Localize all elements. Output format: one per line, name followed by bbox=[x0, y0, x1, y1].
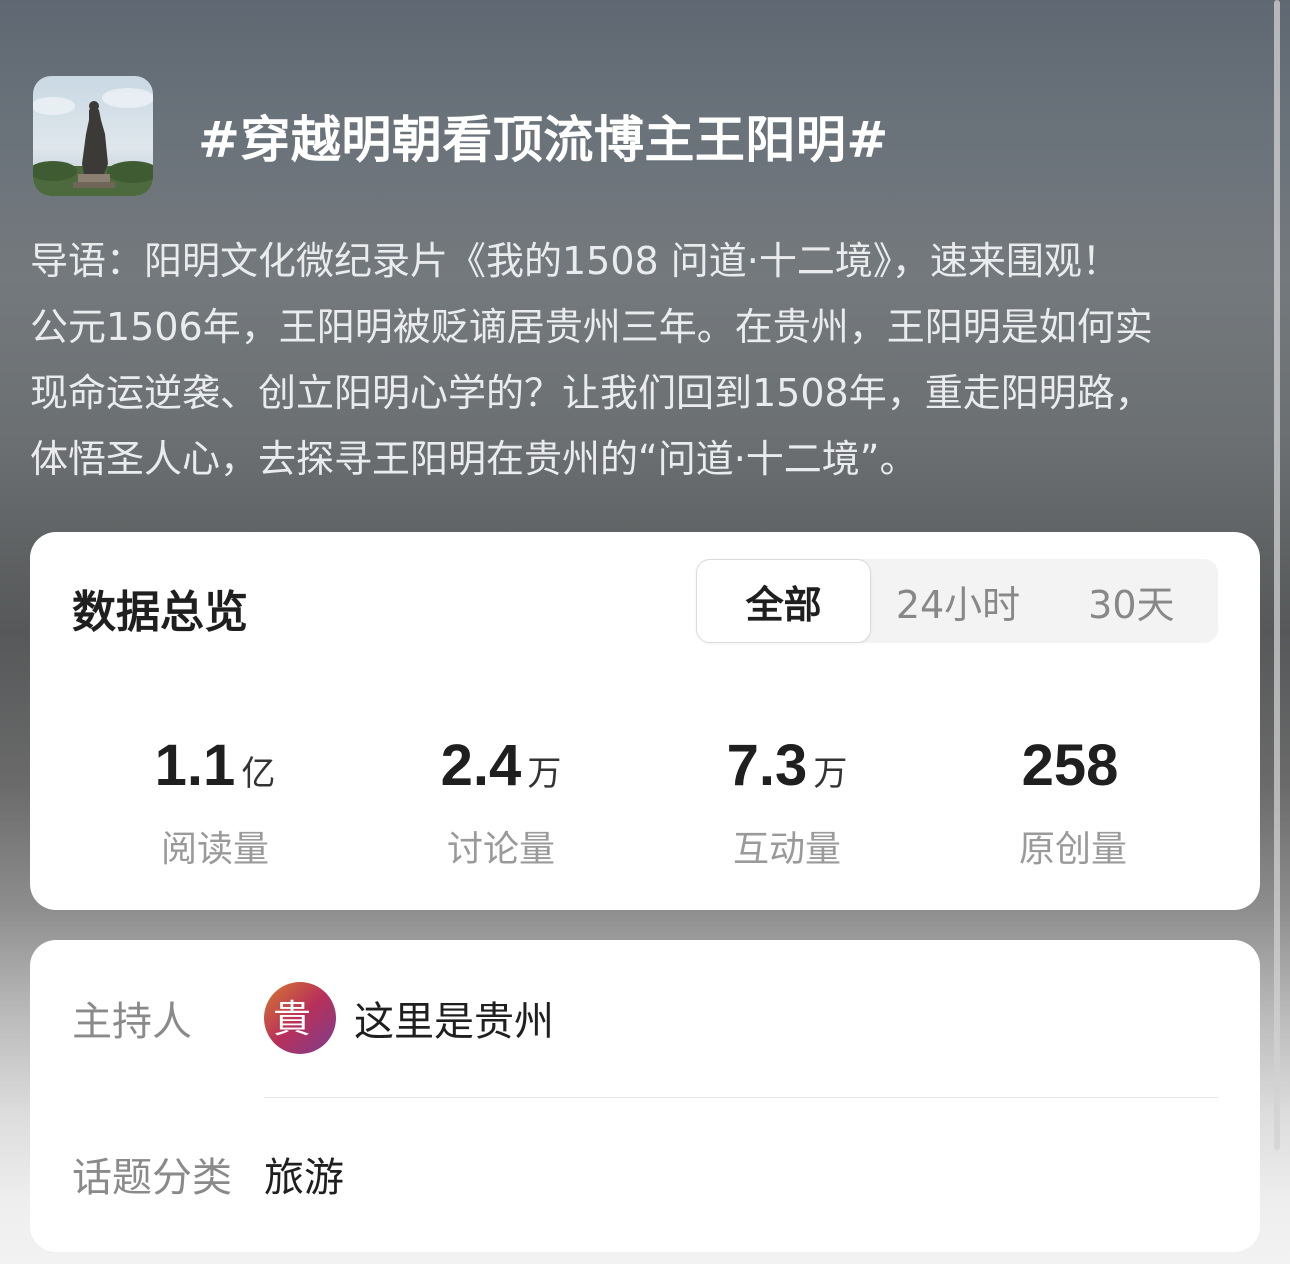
stat-reads: 1.1 亿 阅读量 bbox=[72, 732, 358, 872]
stat-label: 阅读量 bbox=[160, 829, 269, 870]
stat-unit: 万 bbox=[813, 754, 848, 794]
category-value[interactable]: 旅游 bbox=[264, 1145, 344, 1203]
tab-30-days[interactable]: 30天 bbox=[1045, 560, 1218, 642]
overview-title: 数据总览 bbox=[72, 587, 248, 638]
intro-line: 公元1506年，王阳明被贬谪居贵州三年。在贵州，王阳明是如何实 bbox=[30, 305, 1153, 349]
stat-label: 讨论量 bbox=[446, 829, 555, 870]
stat-originals: 258 原创量 bbox=[930, 732, 1216, 872]
topic-title: #穿越明朝看顶流博主王阳明# bbox=[198, 111, 889, 169]
topic-info-card: 主持人 貴 这里是贵州 话题分类 旅游 bbox=[30, 940, 1260, 1252]
topic-header: #穿越明朝看顶流博主王阳明# bbox=[33, 76, 889, 196]
divider bbox=[264, 1097, 1218, 1098]
scrollbar[interactable] bbox=[1274, 0, 1280, 1150]
avatar-glyph: 貴 bbox=[273, 997, 311, 1041]
tab-24-hours[interactable]: 24小时 bbox=[871, 560, 1044, 642]
host-avatar[interactable]: 貴 bbox=[264, 982, 336, 1054]
topic-cover-image bbox=[33, 76, 153, 196]
stat-value: 258 bbox=[1021, 733, 1119, 798]
host-label: 主持人 bbox=[72, 999, 192, 1045]
stat-value: 7.3 bbox=[726, 733, 808, 798]
stat-label: 原创量 bbox=[1018, 829, 1127, 870]
intro-line: 现命运逆袭、创立阳明心学的？让我们回到1508年，重走阳明路， bbox=[30, 371, 1153, 415]
intro-line: 导语：阳明文化微纪录片《我的1508 问道·十二境》，速来围观！ bbox=[30, 239, 1120, 283]
topic-intro: 导语：阳明文化微纪录片《我的1508 问道·十二境》，速来围观！ 公元1506年… bbox=[30, 228, 1265, 492]
category-row: 话题分类 旅游 bbox=[72, 1136, 344, 1212]
stat-value: 2.4 bbox=[440, 733, 522, 798]
host-row: 主持人 貴 这里是贵州 bbox=[72, 980, 554, 1056]
data-overview-card: 数据总览 全部 24小时 30天 1.1 亿 阅读量 2.4 万 讨论量 7.3… bbox=[30, 532, 1260, 910]
stat-unit: 亿 bbox=[241, 754, 276, 794]
stats-row: 1.1 亿 阅读量 2.4 万 讨论量 7.3 万 互动量 258 原创量 bbox=[30, 732, 1260, 872]
stat-interactions: 7.3 万 互动量 bbox=[644, 732, 930, 872]
stat-value: 1.1 bbox=[154, 733, 236, 798]
stat-unit: 万 bbox=[527, 754, 562, 794]
host-name-link[interactable]: 这里是贵州 bbox=[354, 989, 554, 1047]
stat-discussions: 2.4 万 讨论量 bbox=[358, 732, 644, 872]
category-label: 话题分类 bbox=[72, 1155, 232, 1201]
time-range-segmented-control: 全部 24小时 30天 bbox=[696, 559, 1218, 643]
stat-label: 互动量 bbox=[732, 829, 841, 870]
intro-line: 体悟圣人心，去探寻王阳明在贵州的“问道·十二境”。 bbox=[30, 437, 918, 481]
tab-all[interactable]: 全部 bbox=[696, 559, 872, 643]
